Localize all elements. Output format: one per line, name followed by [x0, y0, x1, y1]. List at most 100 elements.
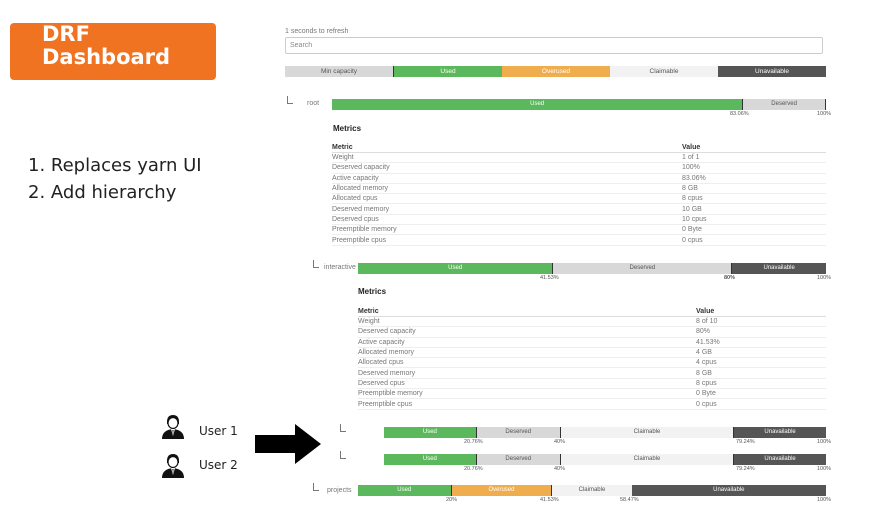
tick-label: 41.53% — [540, 275, 559, 281]
col-metric: Metric — [332, 143, 682, 153]
tick-label: 20.76% — [464, 466, 483, 472]
metric-value: 41.53% — [696, 337, 826, 348]
metric-value: 0 Byte — [682, 224, 826, 236]
table-row: Deserved cpus 10 cpus — [332, 214, 826, 226]
tick-label: 79.24% — [736, 466, 755, 472]
search-input[interactable]: Search — [285, 37, 823, 54]
slide-title-line1: DRF — [42, 22, 90, 46]
slide-title-line2: Dashboard — [42, 45, 171, 69]
metric-name: Allocated memory — [358, 347, 696, 359]
tree-connector — [287, 96, 293, 104]
tick-label: 58.47% — [620, 497, 639, 503]
table-row: Active capacity 41.53% — [358, 337, 826, 348]
queue-bar-user2[interactable]: Used Deserved Claimable Unavailable — [384, 454, 826, 465]
bar-unavailable: Unavailable — [732, 263, 826, 274]
bar-deserved: Deserved — [475, 454, 561, 465]
table-row: Preemptible memory 0 Byte — [332, 224, 826, 236]
tick-label: 20% — [446, 497, 458, 503]
tick-label: 100% — [817, 439, 832, 445]
user-label: User 2 — [199, 458, 238, 472]
metric-value: 0 cpus — [696, 398, 826, 410]
tick-label: 100% — [817, 497, 832, 503]
table-row: Deserved capacity 100% — [332, 162, 826, 174]
metric-name: Deserved cpus — [332, 214, 682, 226]
tick-label: 100% — [817, 466, 832, 472]
queue-bar-interactive[interactable]: Used Deserved Unavailable — [358, 263, 826, 274]
bar-claimable: Claimable — [560, 454, 735, 465]
legend: Min capacity Used Overused Claimable Una… — [285, 66, 826, 77]
legend-min-capacity: Min capacity — [285, 66, 393, 77]
legend-overused: Overused — [502, 66, 610, 77]
queue-bar-projects[interactable]: Used Overused Claimable Unavailable — [358, 485, 826, 496]
bar-deserved: Deserved — [742, 99, 826, 110]
metric-name: Preemptible cpus — [332, 234, 682, 246]
queue-label-interactive[interactable]: interactive — [324, 264, 356, 271]
bar-used: Used — [384, 454, 476, 465]
table-row: Allocated memory 8 GB — [332, 183, 826, 195]
metrics-title: Metrics — [333, 124, 362, 133]
metric-value: 8 cpus — [696, 378, 826, 390]
bar-overused: Overused — [451, 485, 553, 496]
table-row: Preemptible cpus 0 cpus — [332, 234, 826, 246]
col-metric: Metric — [358, 307, 696, 317]
table-row: Weight 8 of 10 — [358, 316, 826, 328]
tick-label: 20.76% — [464, 439, 483, 445]
bullet-list: 1. Replaces yarn UI 2. Add hierarchy — [28, 152, 202, 206]
tick-label: 40% — [554, 439, 566, 445]
table-row: Weight 1 of 1 — [332, 152, 826, 164]
metric-value: 4 GB — [696, 347, 826, 359]
bar-used: Used — [332, 99, 743, 110]
metric-name: Deserved memory — [358, 367, 696, 379]
tick-label: 83.06% — [730, 111, 749, 117]
bar-claimable: Claimable — [552, 485, 632, 496]
bar-used: Used — [358, 485, 452, 496]
metric-value: 4 cpus — [696, 357, 826, 369]
tree-connector — [313, 260, 319, 268]
search-placeholder: Search — [290, 42, 313, 49]
queue-label-root[interactable]: root — [307, 100, 319, 107]
queue-bar-user1[interactable]: Used Deserved Claimable Unavailable — [384, 427, 826, 438]
metric-value: 10 GB — [682, 203, 826, 215]
table-row: Preemptible memory 0 Byte — [358, 388, 826, 400]
tick-label: 79.24% — [736, 439, 755, 445]
metric-value: 8 GB — [682, 183, 826, 195]
tree-connector — [313, 483, 319, 491]
table-row: Preemptible cpus 0 cpus — [358, 398, 826, 410]
table-row: Active capacity 83.06% — [332, 173, 826, 184]
metric-value: 100% — [682, 162, 826, 174]
bullet-item: 1. Replaces yarn UI — [28, 155, 202, 176]
tick-label: 100% — [817, 275, 832, 281]
metric-value: 8 GB — [696, 367, 826, 379]
metric-value: 8 cpus — [682, 193, 826, 205]
metric-value: 10 cpus — [682, 214, 826, 226]
user-label: User 1 — [199, 424, 238, 438]
metric-name: Preemptible memory — [358, 388, 696, 400]
bar-claimable: Claimable — [560, 427, 735, 438]
user-icon — [162, 454, 184, 478]
table-row: Deserved memory 8 GB — [358, 367, 826, 379]
bar-used: Used — [358, 263, 553, 274]
tree-connector — [340, 451, 346, 459]
metric-name: Allocated cpus — [332, 193, 682, 205]
metric-value: 0 cpus — [682, 234, 826, 246]
bar-deserved: Deserved — [475, 427, 561, 438]
bullet-item: 2. Add hierarchy — [28, 182, 177, 203]
table-row: Allocated cpus 8 cpus — [332, 193, 826, 205]
metric-name: Deserved capacity — [358, 326, 696, 338]
metrics-title: Metrics — [358, 287, 387, 296]
bar-unavailable: Unavailable — [734, 427, 826, 438]
table-row: Deserved memory 10 GB — [332, 203, 826, 215]
metric-value: 83.06% — [682, 173, 826, 184]
col-value: Value — [696, 307, 826, 317]
queue-label-projects[interactable]: projects — [327, 487, 352, 494]
refresh-countdown: 1 seconds to refresh — [285, 28, 349, 35]
bar-used: Used — [384, 427, 476, 438]
bar-unavailable: Unavailable — [734, 454, 826, 465]
legend-unavailable: Unavailable — [718, 66, 826, 77]
metric-name: Preemptible cpus — [358, 398, 696, 410]
metric-name: Allocated cpus — [358, 357, 696, 369]
arrow-right-icon — [255, 424, 321, 464]
tick-label: 100% — [817, 111, 832, 117]
queue-bar-root[interactable]: Used Deserved — [332, 99, 826, 110]
metric-name: Allocated memory — [332, 183, 682, 195]
